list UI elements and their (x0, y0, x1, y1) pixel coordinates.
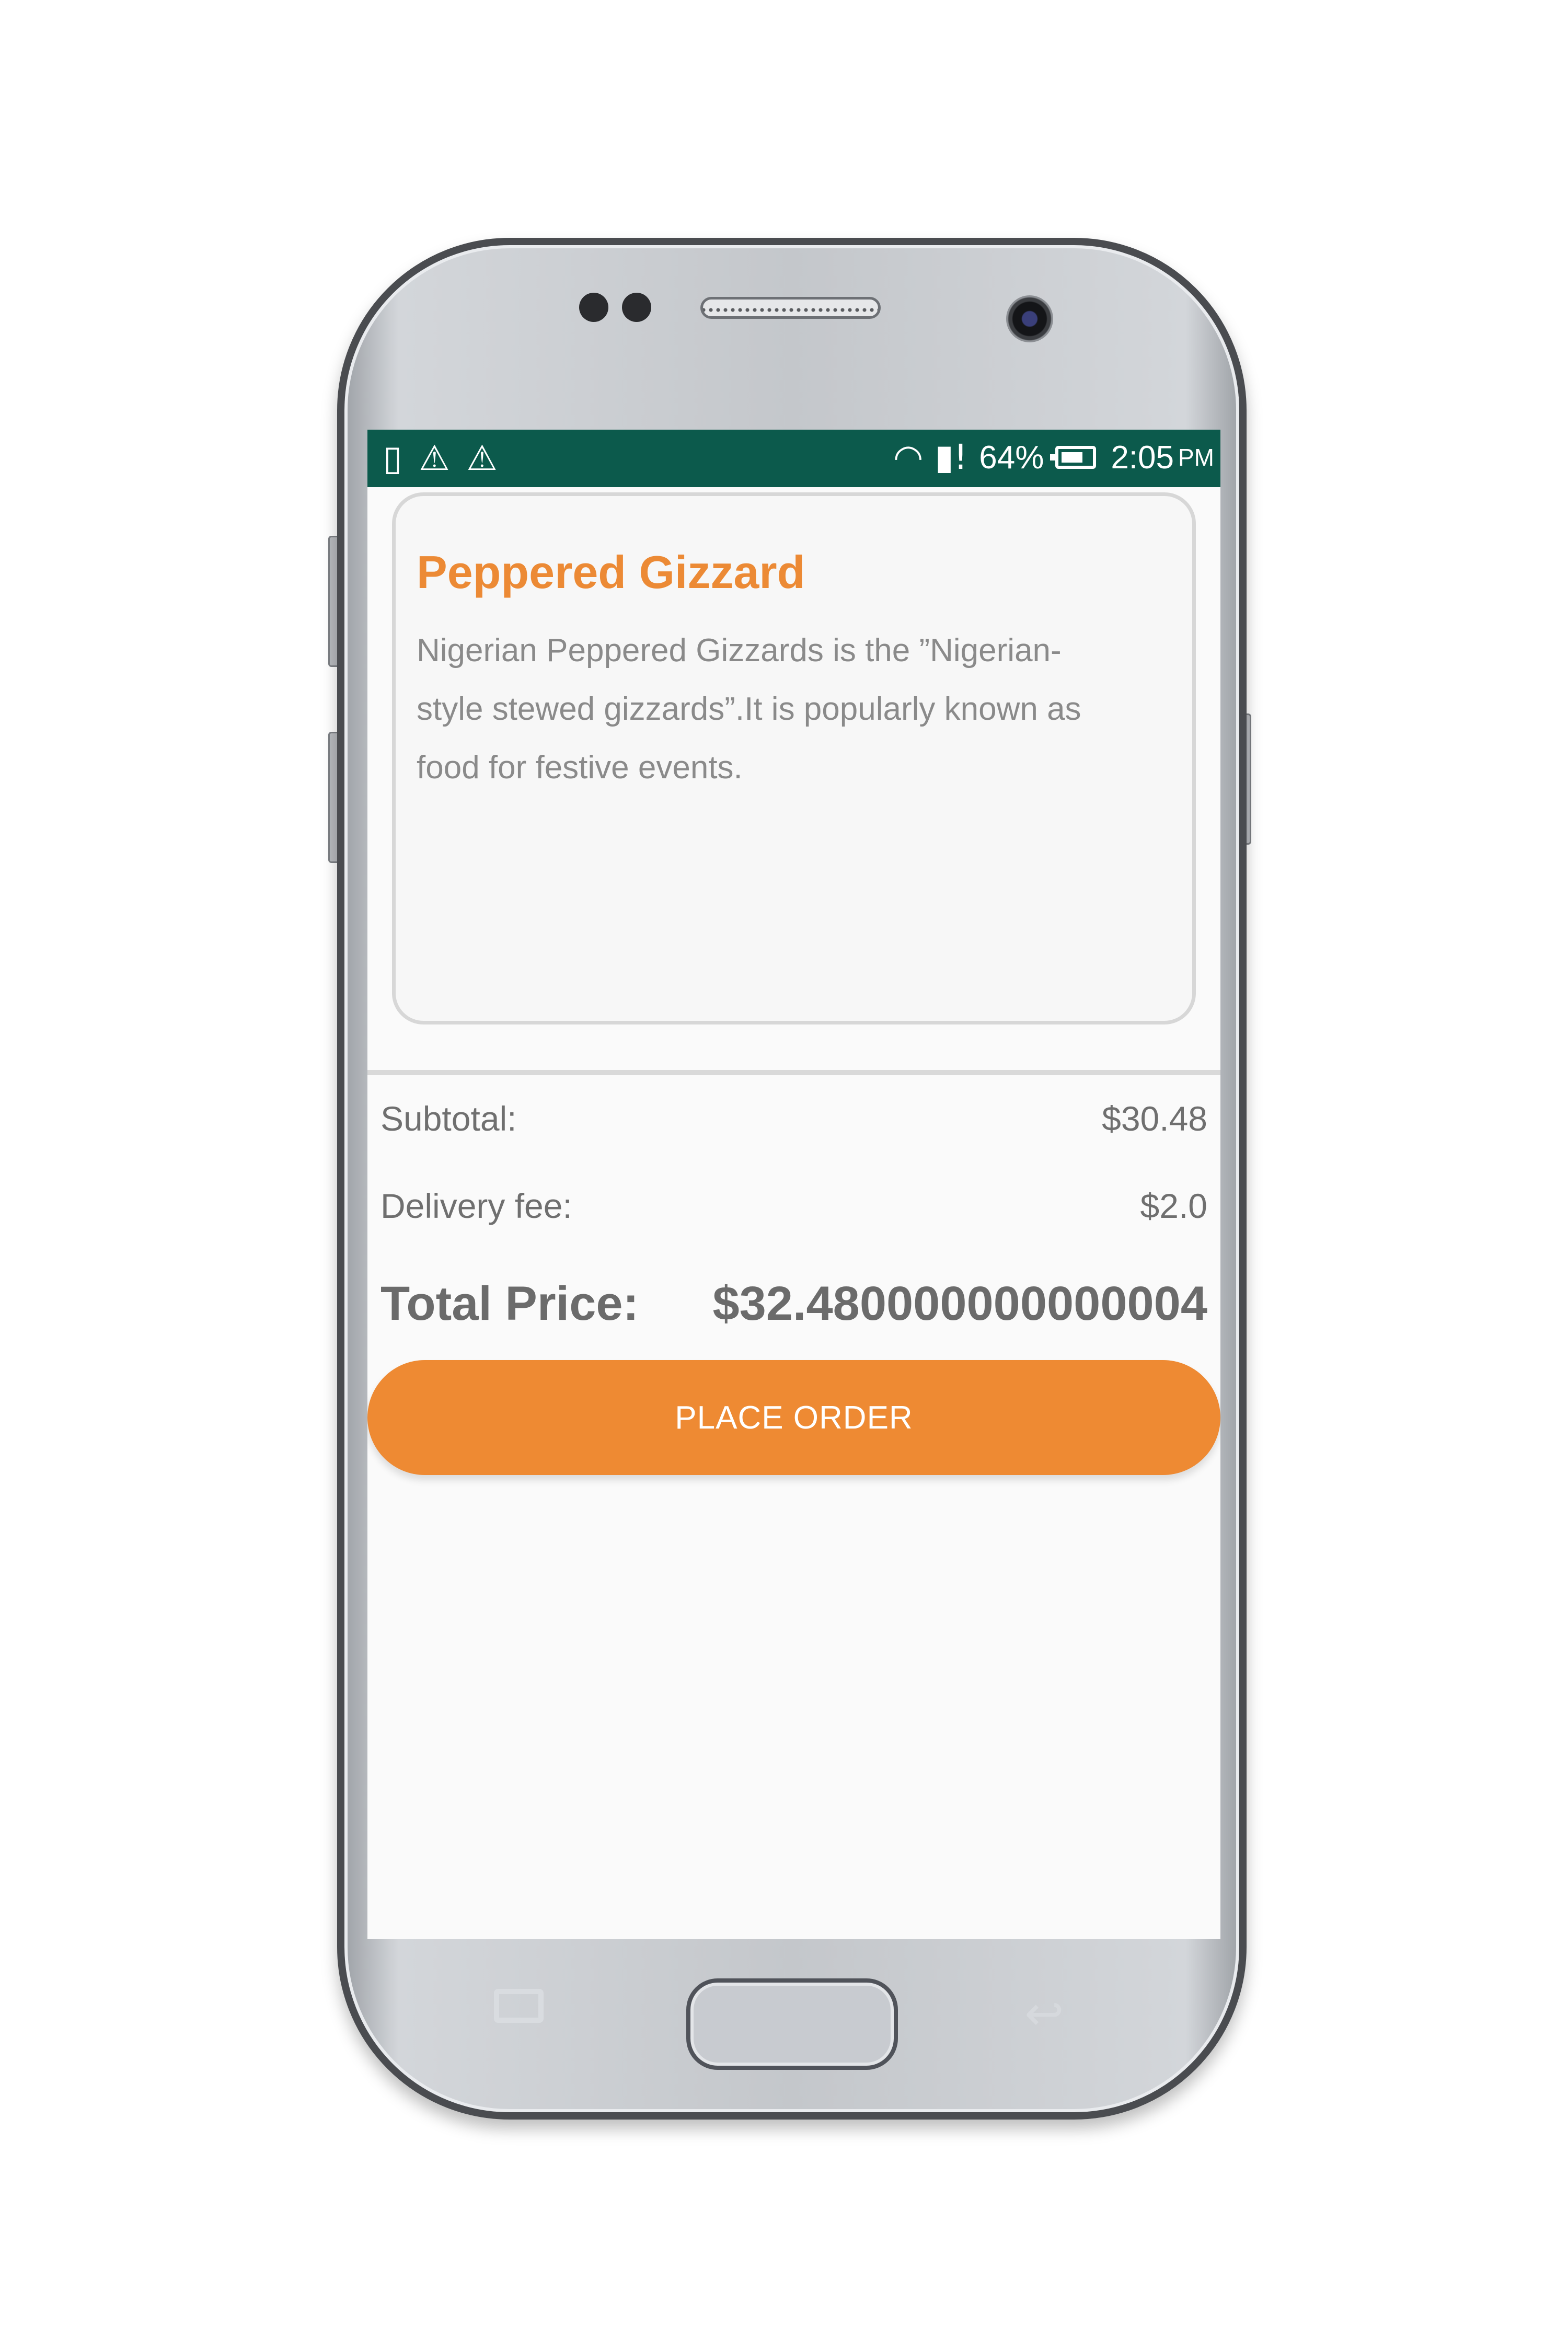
product-description: Nigerian Peppered Gizzards is the ”Niger… (417, 632, 1081, 786)
subtotal-label: Subtotal: (381, 1099, 517, 1138)
warning-icon: ⚠ (419, 438, 450, 478)
front-camera-icon (1006, 295, 1053, 342)
battery-percent: 64% (979, 439, 1044, 476)
clock-time: 2:05 (1111, 439, 1174, 476)
wifi-icon: ◠ (893, 437, 924, 477)
battery-icon (1050, 446, 1097, 469)
earpiece-speaker (700, 297, 881, 319)
divider (367, 1070, 1220, 1075)
back-icon[interactable]: ↩ (1024, 1986, 1064, 2041)
delivery-fee-row: Delivery fee: $2.0 (381, 1186, 1207, 1226)
sensor-dot (579, 293, 608, 322)
clock-ampm: PM (1178, 444, 1214, 471)
total-price-value: $32.480000000000004 (712, 1277, 1207, 1330)
warning-icon: ⚠ (466, 438, 498, 478)
sensor-dot (622, 293, 651, 322)
status-bar: ▯ ⚠ ⚠ ◠ ▮! 64% 2:05 PM (367, 430, 1220, 487)
delivery-fee-value: $2.0 (1140, 1187, 1207, 1225)
sim-alert-icon: ▮! (935, 437, 968, 477)
delivery-fee-label: Delivery fee: (381, 1187, 572, 1225)
total-price-label: Total Price: (381, 1277, 639, 1330)
total-price-row: Total Price: $32.480000000000004 (381, 1276, 1207, 1331)
recent-apps-icon[interactable] (494, 1989, 544, 2023)
home-button[interactable] (686, 1978, 898, 2070)
subtotal-value: $30.48 (1102, 1099, 1207, 1138)
phone-sync-icon: ▯ (383, 438, 402, 478)
app-screen: ▯ ⚠ ⚠ ◠ ▮! 64% 2:05 PM Peppered Gizzard … (367, 430, 1220, 1939)
subtotal-row: Subtotal: $30.48 (381, 1099, 1207, 1138)
place-order-button[interactable]: PLACE ORDER (367, 1360, 1220, 1475)
product-card: Peppered Gizzard Nigerian Peppered Gizza… (392, 492, 1196, 1024)
product-title: Peppered Gizzard (417, 546, 805, 598)
